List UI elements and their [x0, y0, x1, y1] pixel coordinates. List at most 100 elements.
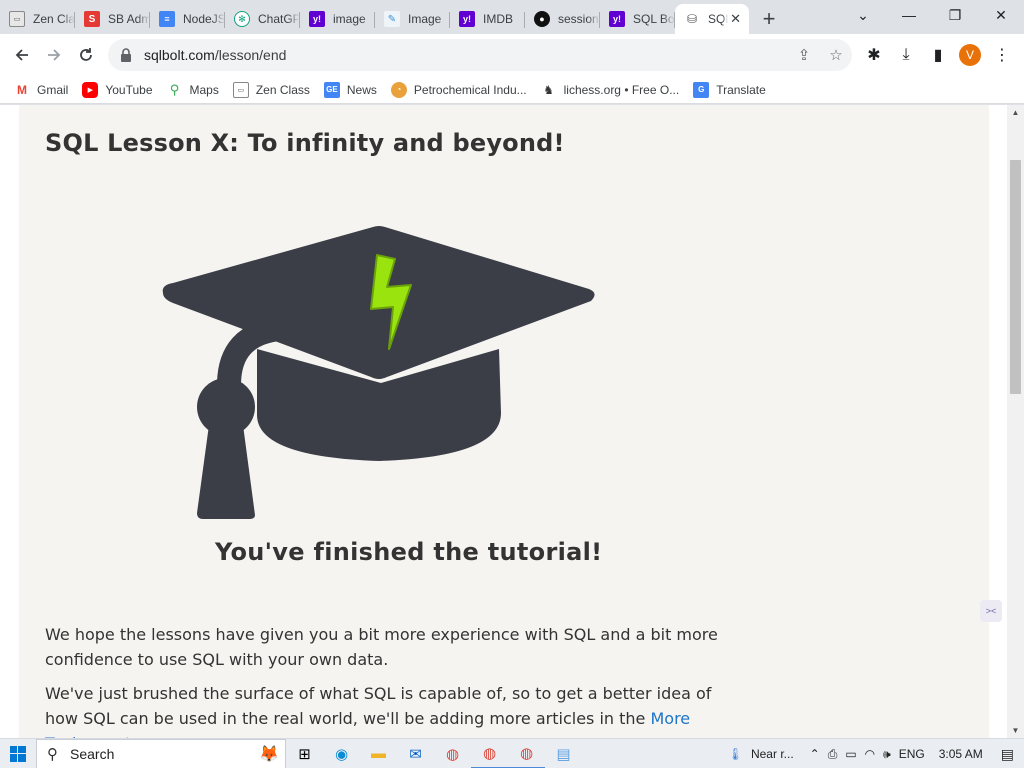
url-host: sqlbolt.com [144, 47, 215, 63]
tab-label: Image [408, 12, 442, 26]
bookmark-news[interactable]: GE News [323, 81, 377, 98]
task-view-icon[interactable]: ⊞ [286, 739, 323, 768]
tab-sql-bolt[interactable]: y! SQL Bolt [600, 4, 675, 34]
share-icon[interactable]: ⇪ [788, 46, 820, 64]
yahoo-icon: y! [459, 11, 475, 27]
chrome-icon[interactable]: ◍ [434, 739, 471, 768]
paragraph-text: We've just brushed the surface of what S… [45, 684, 712, 728]
chatgpt-icon: ✻ [234, 11, 250, 27]
scrollbar-thumb[interactable] [1010, 160, 1021, 394]
translate-icon: G [693, 81, 710, 98]
notifications-icon[interactable]: ▤ [1001, 746, 1014, 763]
bookmark-label: Translate [716, 82, 766, 97]
database-icon: ⛁ [684, 11, 700, 27]
reload-icon [80, 48, 92, 61]
extensions-icon[interactable]: ✱ [858, 39, 890, 71]
side-panel-icon[interactable]: ▮ [922, 39, 954, 71]
tab-label: Zen Class [33, 12, 75, 26]
minimize-button[interactable]: — [886, 7, 932, 23]
weather-icon[interactable]: 🌡 [728, 747, 743, 761]
close-tab-icon[interactable]: ✕ [730, 11, 741, 27]
system-tray: 🌡 Near r... ⌃ ⎙ ▭ ◠ 🕪 ENG 3:05 AM ▤ [724, 739, 1024, 768]
meet-now-icon[interactable]: ⎙ [828, 747, 838, 762]
back-button[interactable] [6, 39, 38, 71]
bookmark-star-icon[interactable]: ☆ [820, 46, 852, 64]
browser-toolbar: sqlbolt.com/lesson/end ⇪ ☆ ✱ ⤓ ▮ V ⋮ [0, 34, 1024, 76]
docs-icon: ≡ [159, 11, 175, 27]
chrome-profile-icon[interactable]: ◍ [508, 739, 545, 768]
back-arrow-icon [15, 49, 28, 61]
lesson-page: SQL Lesson X: To infinity and beyond! Yo… [19, 105, 989, 738]
maps-icon: ⚲ [169, 81, 180, 97]
bookmark-label: Petrochemical Indu... [413, 82, 527, 97]
volume-icon[interactable]: 🕪 [883, 747, 891, 762]
download-icon[interactable]: ⤓ [890, 39, 922, 71]
bookmark-petrochemical[interactable]: ◔ Petrochemical Indu... [390, 81, 527, 98]
page-viewport: SQL Lesson X: To infinity and beyond! Yo… [0, 105, 1024, 738]
edge-icon[interactable]: ◉ [323, 739, 360, 768]
tab-chatgpt[interactable]: ✻ ChatGPT [225, 4, 300, 34]
bookmark-translate[interactable]: G Translate [693, 81, 766, 98]
restore-button[interactable]: ❐ [932, 7, 978, 24]
tray-chevron-icon[interactable]: ⌃ [810, 747, 820, 761]
page-scrollbar[interactable]: ▲ ▼ [1007, 105, 1024, 738]
search-label: Search [70, 745, 115, 762]
page-title: SQL Lesson X: To infinity and beyond! [45, 129, 565, 157]
scroll-down-arrow-icon[interactable]: ▼ [1007, 726, 1024, 735]
side-widget-icon[interactable]: >< [980, 600, 1002, 622]
tab-sqlbolt-active[interactable]: ⛁ SQL ✕ [675, 4, 749, 34]
tab-label: image [333, 12, 366, 26]
bookmark-label: News [346, 82, 377, 97]
bookmark-maps[interactable]: ⚲ Maps [167, 82, 219, 98]
battery-icon[interactable]: ▭ [845, 747, 856, 761]
new-tab-button[interactable]: + [749, 4, 789, 34]
gmail-icon: M [17, 82, 27, 97]
tab-imdb[interactable]: y! IMDB [450, 4, 525, 34]
bookmark-lichess[interactable]: ♞ lichess.org • Free O... [541, 82, 679, 98]
file-explorer-icon[interactable]: ▬ [360, 739, 397, 768]
url-text[interactable]: sqlbolt.com/lesson/end [144, 47, 788, 63]
tab-image[interactable]: y! image [300, 4, 375, 34]
forward-button[interactable] [38, 39, 70, 71]
notepad-icon[interactable]: ▤ [545, 739, 582, 768]
start-button[interactable] [0, 739, 36, 768]
reload-button[interactable] [70, 39, 102, 71]
lichess-icon: ♞ [543, 82, 554, 97]
tab-search-chevron-icon[interactable]: ⌄ [840, 7, 886, 24]
address-bar[interactable]: sqlbolt.com/lesson/end ⇪ ☆ [108, 39, 852, 71]
tab-label: ChatGPT [258, 12, 300, 26]
tab-image-editor[interactable]: ✎ Image [375, 4, 450, 34]
scroll-up-arrow-icon[interactable]: ▲ [1007, 108, 1024, 117]
tab-zen-class[interactable]: ▭ Zen Class [0, 4, 75, 34]
bookmark-gmail[interactable]: M Gmail [14, 82, 68, 98]
zen-class-icon: ▭ [9, 11, 25, 27]
lock-icon[interactable] [120, 48, 140, 62]
tab-nodejs[interactable]: ≡ NodeJS [150, 4, 225, 34]
mail-icon[interactable]: ✉ [397, 739, 434, 768]
close-window-button[interactable]: ✕ [978, 7, 1024, 24]
bookmark-zen-class[interactable]: ▭ Zen Class [232, 81, 310, 98]
news-icon: GE [323, 81, 340, 98]
finished-caption: You've finished the tutorial! [215, 538, 603, 566]
language-indicator[interactable]: ENG [899, 747, 925, 761]
taskbar-search[interactable]: ⚲ Search 🦊 [36, 738, 286, 768]
intro-paragraph: We hope the lessons have given you a bit… [45, 625, 718, 669]
tab-sb-admin[interactable]: S SB Admin [75, 4, 150, 34]
youtube-icon: ▶ [82, 81, 99, 98]
clock-time[interactable]: 3:05 AM [939, 747, 983, 761]
profile-button[interactable]: V [954, 39, 986, 71]
petrochem-icon: ◔ [390, 81, 407, 98]
sb-admin-icon: S [84, 11, 100, 27]
bookmark-youtube[interactable]: ▶ YouTube [82, 81, 153, 98]
chrome-running-icon[interactable]: ◍ [471, 739, 508, 768]
tab-label: SQL Bolt [633, 12, 675, 26]
image-editor-icon: ✎ [384, 11, 400, 27]
tab-session[interactable]: ● session [525, 4, 600, 34]
menu-kebab-icon[interactable]: ⋮ [986, 39, 1018, 71]
more-topics-paragraph: We've just brushed the surface of what S… [45, 681, 725, 738]
wifi-icon[interactable]: ◠ [865, 747, 875, 761]
bookmark-label: Zen Class [255, 82, 310, 97]
url-path: /lesson/end [214, 47, 287, 63]
bookmarks-bar: M Gmail ▶ YouTube ⚲ Maps ▭ Zen Class GE … [0, 76, 1024, 104]
weather-text[interactable]: Near r... [751, 747, 794, 761]
